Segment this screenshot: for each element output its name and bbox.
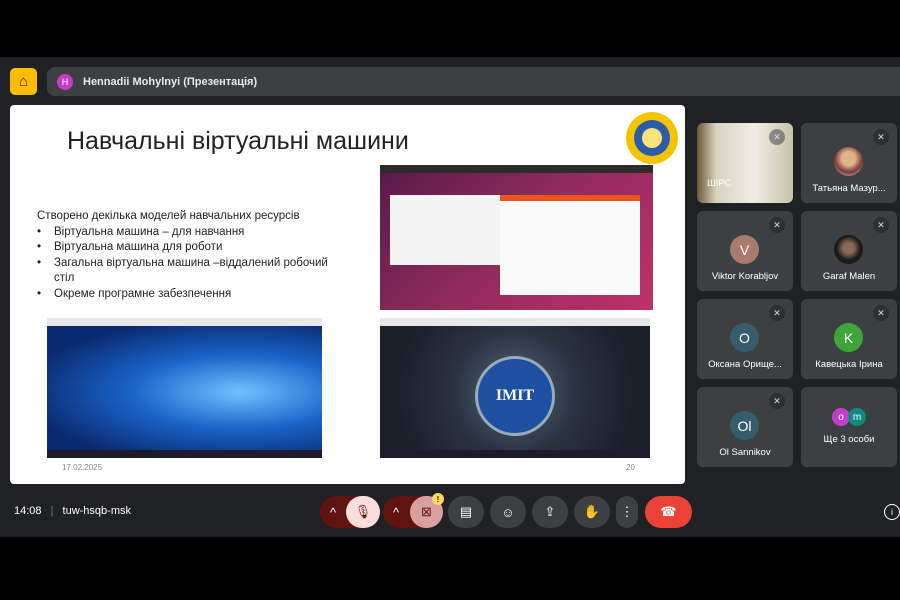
bullet-item: Віртуальна машина для роботи bbox=[37, 240, 337, 256]
slide-date: 17.02.2025 bbox=[62, 463, 103, 472]
raise-hand-button[interactable]: ✋ bbox=[574, 496, 610, 528]
slide-title: Навчальні віртуальні машини bbox=[67, 127, 409, 155]
present-screen-button[interactable]: ⇪ bbox=[532, 496, 568, 528]
file-manager-window bbox=[390, 195, 500, 265]
mic-off-button[interactable]: 🎙︎ bbox=[346, 496, 380, 528]
imit-logo: IMIT bbox=[475, 356, 555, 436]
bullet-item: Віртуальна машина – для навчання bbox=[37, 225, 337, 241]
participant-name: Ще 3 особи bbox=[823, 434, 875, 445]
presentation-slide: Навчальні віртуальні машини Створено дек… bbox=[10, 105, 685, 484]
participant-name: ШІРС bbox=[707, 178, 732, 189]
participant-tile[interactable]: ✕ Татьяна Мазур... bbox=[801, 123, 897, 203]
end-call-button[interactable]: ☎ bbox=[645, 496, 692, 528]
bullet-item: Окреме програмне забезпечення bbox=[37, 287, 337, 303]
warning-badge: ! bbox=[432, 493, 444, 505]
avatar: V bbox=[730, 235, 759, 264]
emoji-button[interactable]: ☺ bbox=[490, 496, 526, 528]
slide-intro: Створено декілька моделей навчальних рес… bbox=[37, 210, 300, 222]
avatar: Ol bbox=[730, 411, 759, 440]
slide-bullets: Створено декілька моделей навчальних рес… bbox=[37, 209, 337, 302]
slide-page-number: 20 bbox=[626, 463, 635, 472]
avatar bbox=[834, 235, 863, 264]
windows-screenshot bbox=[47, 318, 322, 458]
participant-name: Татьяна Мазур... bbox=[812, 183, 886, 194]
avatar bbox=[834, 147, 863, 176]
mic-off-icon: ✕ bbox=[873, 305, 889, 321]
participant-tile[interactable]: ✕ V Viktor Korabljov bbox=[697, 211, 793, 291]
participant-tile[interactable]: ✕ K Кавецька Ірина bbox=[801, 299, 897, 379]
mic-off-icon: ✕ bbox=[769, 305, 785, 321]
captions-button[interactable]: ▤ bbox=[448, 496, 484, 528]
mic-off-icon: ✕ bbox=[873, 129, 889, 145]
presenter-avatar: H bbox=[57, 73, 73, 90]
meeting-info: 14:08 | tuw-hsqb-msk bbox=[14, 505, 131, 517]
participant-name: Оксана Орище... bbox=[708, 359, 782, 370]
clock: 14:08 bbox=[14, 505, 42, 517]
participant-name: Ol Sannikov bbox=[719, 447, 771, 458]
participant-tile[interactable]: ✕ О Оксана Орище... bbox=[697, 299, 793, 379]
avatar: K bbox=[834, 323, 863, 352]
more-options-button[interactable]: ⋮ bbox=[616, 496, 638, 528]
mic-off-icon: ✕ bbox=[873, 217, 889, 233]
home-icon[interactable]: ⌂ bbox=[10, 68, 37, 95]
participant-tile[interactable]: ✕ Garaf Malen bbox=[801, 211, 897, 291]
participant-tile[interactable]: ✕ Ol Ol Sannikov bbox=[697, 387, 793, 467]
presentation-header: H Hennadii Mohylnyi (Презентація) bbox=[47, 67, 900, 96]
avatar: m bbox=[848, 408, 866, 426]
bullet-item: Загальна віртуальна машина –віддалений р… bbox=[37, 256, 337, 287]
participant-name: Кавецька Ірина bbox=[815, 359, 883, 370]
imit-desktop-screenshot: IMIT bbox=[380, 318, 650, 458]
more-participants-tile[interactable]: o m Ще 3 особи bbox=[801, 387, 897, 467]
participant-name: Viktor Korabljov bbox=[711, 271, 779, 282]
participant-name: Garaf Malen bbox=[822, 271, 876, 282]
university-logo-icon bbox=[626, 112, 678, 164]
meeting-code: tuw-hsqb-msk bbox=[62, 505, 131, 517]
ubuntu-screenshot bbox=[380, 165, 653, 310]
presenter-label: Hennadii Mohylnyi (Презентація) bbox=[83, 75, 258, 88]
mic-off-icon: ✕ bbox=[769, 393, 785, 409]
mic-off-icon: ✕ bbox=[769, 217, 785, 233]
participant-tile[interactable]: ✕ ШІРС bbox=[697, 123, 793, 203]
settings-window bbox=[500, 195, 640, 295]
info-icon[interactable]: i bbox=[884, 504, 900, 520]
avatar: О bbox=[730, 323, 759, 352]
meet-window: ⌂ H Hennadii Mohylnyi (Презентація) Навч… bbox=[0, 57, 900, 537]
mic-off-icon: ✕ bbox=[769, 129, 785, 145]
